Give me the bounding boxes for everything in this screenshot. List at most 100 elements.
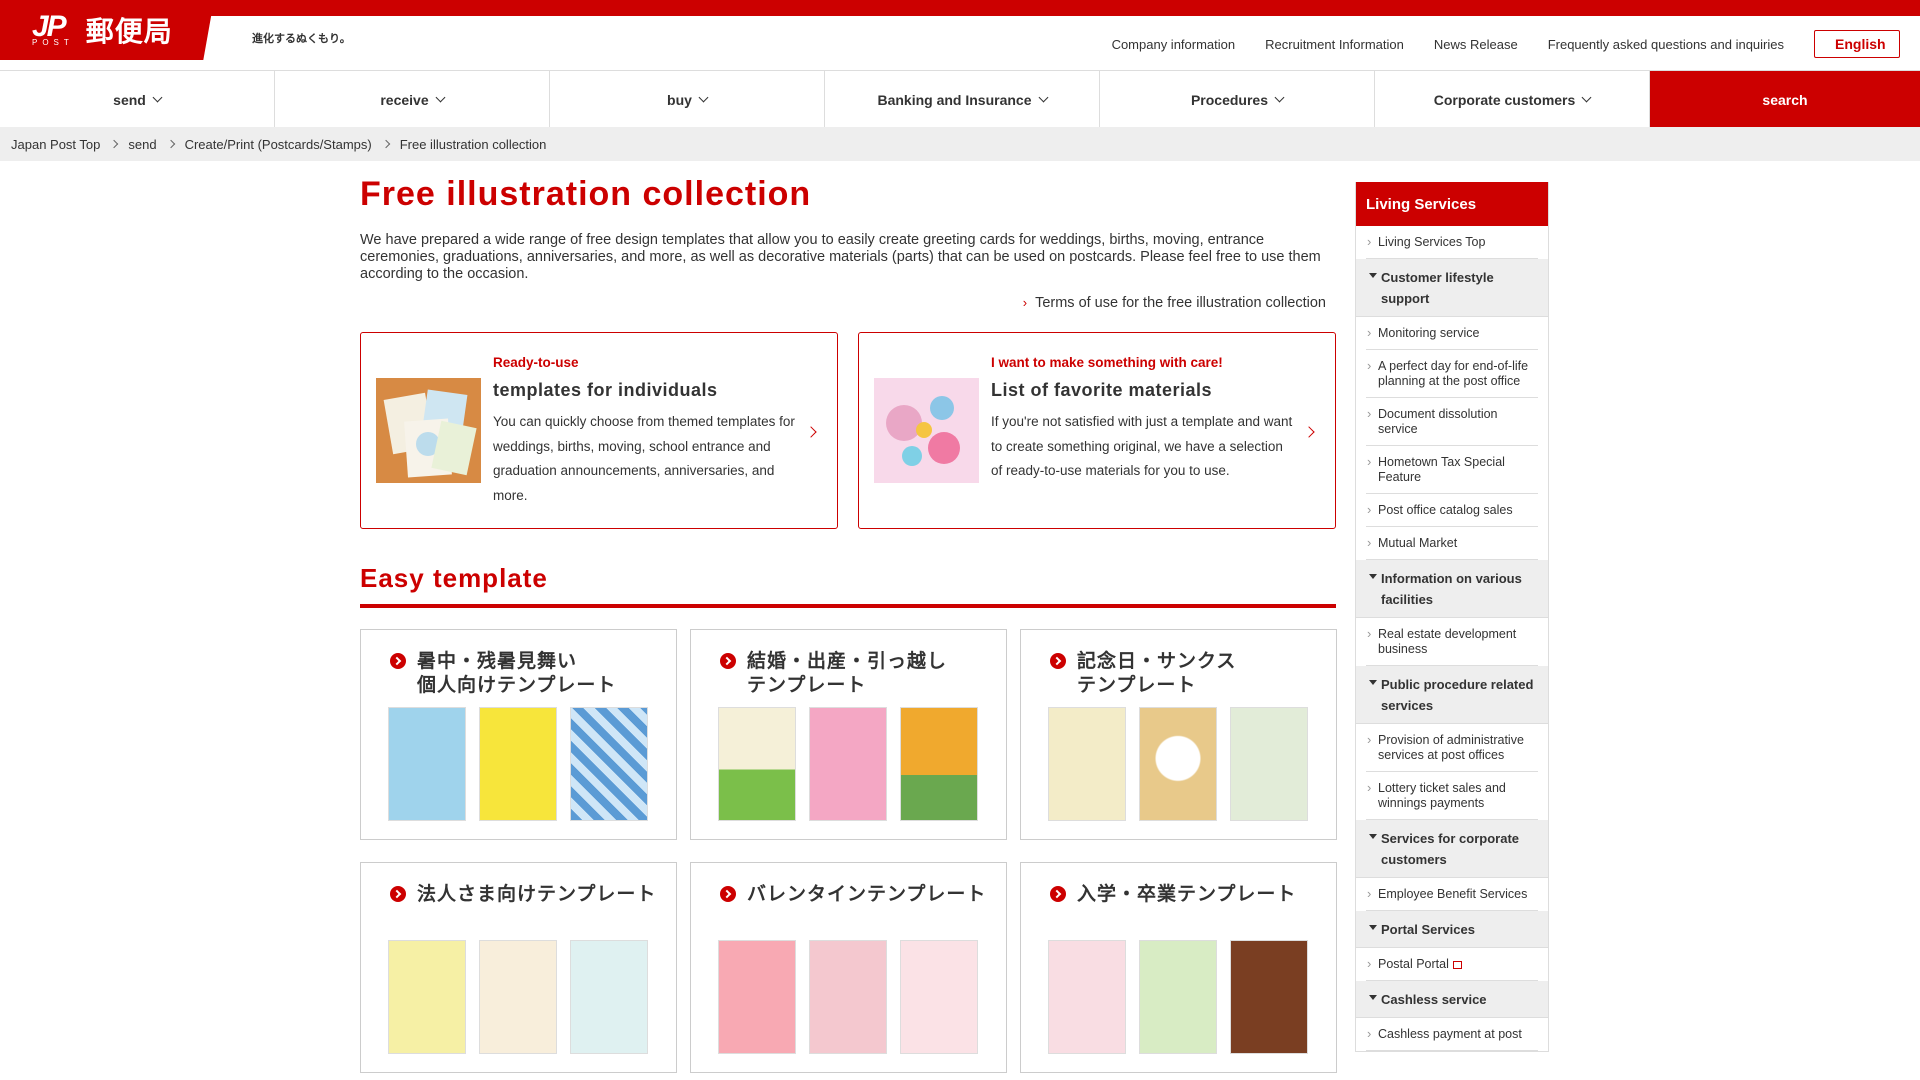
sidebar-label: Monitoring service [1378, 326, 1480, 340]
chevron-right-icon [805, 426, 817, 438]
arrow-circle-icon [390, 886, 406, 902]
templates-thumbnail-image [376, 378, 481, 483]
search-button[interactable]: search [1650, 71, 1920, 128]
chevron-down-icon [1038, 92, 1048, 103]
sidebar-label: Cashless payment at post [1378, 1027, 1522, 1041]
breadcrumb-link-create[interactable]: Create/Print (Postcards/Stamps) [185, 137, 372, 152]
card-title: templates for individuals [493, 380, 718, 400]
tagline: 進化するぬくもり。 [252, 33, 351, 45]
sidebar-link[interactable]: Provision of administrative services at … [1366, 724, 1538, 772]
util-link-news[interactable]: News Release [1434, 37, 1518, 52]
sidebar-link[interactable]: A perfect day for end-of-life planning a… [1366, 350, 1538, 398]
template-title: 結婚・出産・引っ越し テンプレート [747, 651, 948, 696]
section-title-easy-template: Easy template [360, 563, 1336, 608]
intro-text: We have prepared a wide range of free de… [360, 232, 1321, 282]
chevron-right-icon [381, 139, 390, 149]
chevron-right-icon: › [1022, 295, 1028, 310]
english-button[interactable]: English [1814, 30, 1900, 58]
gnav-label: send [113, 91, 146, 108]
sidebar-label: Post office catalog sales [1378, 503, 1513, 517]
template-thumbnail [900, 707, 978, 821]
sidebar-label: Public procedure related services [1381, 677, 1534, 713]
sidebar: Living Services Living Services Top Custo… [1355, 182, 1549, 1052]
template-thumbnail [718, 707, 796, 821]
card-individual-templates[interactable]: Ready-to-use templates for individuals Y… [360, 332, 838, 529]
gnav-send[interactable]: send [0, 71, 275, 128]
gnav-corporate[interactable]: Corporate customers [1375, 71, 1650, 128]
sidebar-label: Postal Portal [1378, 957, 1449, 971]
gnav-receive[interactable]: receive [275, 71, 550, 128]
sidebar-label: Provision of administrative services at … [1378, 733, 1524, 762]
arrow-circle-icon [1050, 886, 1066, 902]
page-title: Free illustration collection [360, 175, 812, 213]
chevron-right-icon [1303, 426, 1315, 438]
arrow-circle-icon [720, 886, 736, 902]
chevron-down-icon [1581, 92, 1592, 103]
sidebar-link[interactable]: Employee Benefit Services [1366, 878, 1538, 911]
template-wedding-birth-moving[interactable]: 結婚・出産・引っ越し テンプレート [690, 629, 1007, 840]
template-thumbnail [479, 940, 557, 1054]
card-title: List of favorite materials [991, 380, 1213, 400]
template-title: 法人さま向けテンプレート [417, 884, 657, 905]
utility-nav: Company information Recruitment Informat… [1112, 30, 1900, 58]
sidebar-link[interactable]: Monitoring service [1366, 317, 1538, 350]
template-thumbnail [388, 940, 466, 1054]
arrow-circle-icon [720, 653, 736, 669]
template-grid: 暑中・残暑見舞い 個人向けテンプレート 結婚・出産・引っ越し テンプレート 記念… [360, 629, 1337, 1073]
terms-link[interactable]: › Terms of use for the free illustration … [360, 295, 1336, 311]
template-thumbnail [1048, 940, 1126, 1054]
sidebar-list: Living Services Top Customer lifestyle su… [1356, 226, 1548, 1051]
sidebar-link[interactable]: Document dissolution service [1366, 398, 1538, 446]
top-red-bar [0, 0, 1920, 16]
sidebar-link[interactable]: Hometown Tax Special Feature [1366, 446, 1538, 494]
sidebar-section: Services for corporate customers [1356, 820, 1548, 878]
template-summer-greeting[interactable]: 暑中・残暑見舞い 個人向けテンプレート [360, 629, 677, 840]
gnav-procedures[interactable]: Procedures [1100, 71, 1375, 128]
template-thumbnail [570, 940, 648, 1054]
template-valentine[interactable]: バレンタインテンプレート [690, 862, 1007, 1073]
chevron-down-icon [152, 92, 163, 103]
template-anniversary-thanks[interactable]: 記念日・サンクス テンプレート [1020, 629, 1337, 840]
template-thumbnail [479, 707, 557, 821]
japan-post-logo[interactable]: JP POST 郵便局 [0, 0, 214, 60]
sidebar-link[interactable]: Cashless payment at post [1366, 1018, 1538, 1051]
sidebar-section: Public procedure related services [1356, 666, 1548, 724]
gnav-buy[interactable]: buy [550, 71, 825, 128]
gnav-label: Banking and Insurance [877, 91, 1032, 108]
sidebar-link[interactable]: Postal Portal [1366, 948, 1538, 981]
card-eyebrow: Ready-to-use [493, 355, 579, 370]
external-link-icon [1452, 960, 1462, 969]
breadcrumb-link-top[interactable]: Japan Post Top [11, 137, 100, 152]
gnav-banking[interactable]: Banking and Insurance [825, 71, 1100, 128]
template-thumbnail [1048, 707, 1126, 821]
sidebar-link[interactable]: Mutual Market [1366, 527, 1538, 560]
main-content: Free illustration collection We have pre… [360, 175, 1337, 1073]
template-thumbnail [1139, 940, 1217, 1054]
arrow-circle-icon [1050, 653, 1066, 669]
gnav-label: Corporate customers [1433, 91, 1576, 108]
util-link-company[interactable]: Company information [1112, 37, 1236, 52]
util-link-faq[interactable]: Frequently asked questions and inquiries [1548, 37, 1784, 52]
chevron-down-icon [435, 92, 446, 103]
sidebar-label: Mutual Market [1378, 536, 1458, 550]
sidebar-link[interactable]: Living Services Top [1366, 226, 1538, 259]
template-school-entrance-graduation[interactable]: 入学・卒業テンプレート [1020, 862, 1337, 1073]
sidebar-label: Document dissolution service [1378, 407, 1498, 436]
sidebar-section: Portal Services [1356, 911, 1548, 948]
sidebar-link[interactable]: Real estate development business [1366, 618, 1538, 666]
template-title: バレンタインテンプレート [747, 884, 987, 905]
sidebar-heading[interactable]: Living Services [1356, 182, 1548, 226]
sidebar-link[interactable]: Lottery ticket sales and winnings paymen… [1366, 772, 1538, 820]
template-title: 記念日・サンクス テンプレート [1077, 651, 1237, 696]
breadcrumb-link-send[interactable]: send [128, 137, 156, 152]
template-thumbnail [809, 707, 887, 821]
template-thumbnail [1230, 940, 1308, 1054]
card-favorite-materials[interactable]: I want to make something with care! List… [858, 332, 1336, 529]
sidebar-label: Information on various facilities [1381, 571, 1522, 607]
util-link-recruitment[interactable]: Recruitment Information [1265, 37, 1404, 52]
global-nav: send receive buy Banking and Insurance P… [0, 70, 1920, 128]
chevron-right-icon [110, 139, 119, 149]
sidebar-link[interactable]: Post office catalog sales [1366, 494, 1538, 527]
template-corporate[interactable]: 法人さま向けテンプレート [360, 862, 677, 1073]
sidebar-label: Employee Benefit Services [1378, 887, 1528, 901]
